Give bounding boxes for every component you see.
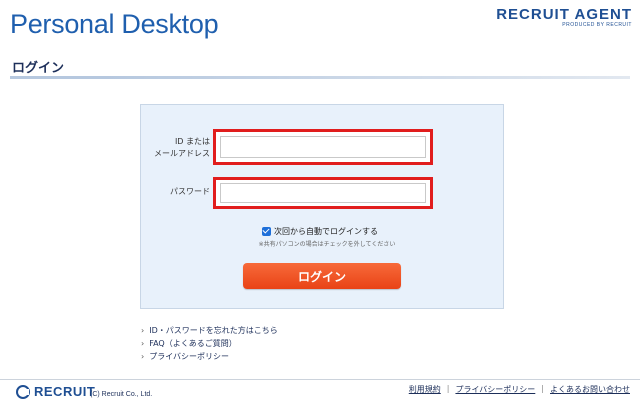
- link-faq[interactable]: › FAQ（よくあるご質問）: [141, 337, 278, 350]
- footer-divider: [0, 379, 640, 380]
- help-links: › ID・パスワードを忘れた方はこちら › FAQ（よくあるご質問） › プライ…: [141, 324, 278, 363]
- recruit-agent-logo[interactable]: RECRUIT AGENT PRODUCED BY RECRUIT: [496, 6, 632, 28]
- footer-links: 利用規約 | プライバシーポリシー | よくあるお問い合わせ: [409, 384, 630, 395]
- page-title: ログイン: [12, 61, 65, 76]
- footer-link-terms[interactable]: 利用規約: [409, 384, 441, 395]
- footer-link-privacy[interactable]: プライバシーポリシー: [455, 384, 535, 395]
- copyright: (C) Recruit Co., Ltd.: [90, 391, 153, 398]
- footer-separator: |: [541, 384, 544, 393]
- recruit-logo-icon: [16, 384, 30, 399]
- section-divider: [10, 76, 630, 79]
- link-forgot-credentials[interactable]: › ID・パスワードを忘れた方はこちら: [141, 324, 278, 337]
- chevron-right-icon: ›: [141, 339, 145, 348]
- recruit-agent-logo-text: RECRUIT AGENT: [496, 6, 632, 23]
- remember-label: 次回から自動でログインする: [274, 227, 378, 236]
- recruit-logo: RECRUIT: [16, 384, 95, 399]
- id-label-line1: ID または: [174, 137, 210, 146]
- id-label: ID または メールアドレス: [140, 136, 210, 160]
- remember-note: ※共有パソコンの場合はチェックを外してください: [258, 241, 396, 248]
- remember-login[interactable]: 次回から自動でログインする: [262, 226, 378, 237]
- remember-checkbox[interactable]: [262, 227, 271, 236]
- id-field-highlight: [213, 129, 433, 165]
- id-email-input[interactable]: [220, 136, 426, 158]
- chevron-right-icon: ›: [141, 352, 145, 361]
- password-label: パスワード: [170, 187, 210, 196]
- login-button[interactable]: ログイン: [243, 263, 401, 289]
- footer-separator: |: [446, 384, 450, 393]
- recruit-logo-text: RECRUIT: [34, 384, 96, 399]
- brand-title: Personal Desktop: [10, 9, 219, 39]
- id-label-line2: メールアドレス: [154, 149, 210, 158]
- link-privacy-policy[interactable]: › プライバシーポリシー: [141, 350, 278, 363]
- password-field-highlight: [213, 177, 433, 209]
- password-input[interactable]: [220, 183, 426, 203]
- footer-link-contact[interactable]: よくあるお問い合わせ: [550, 384, 630, 395]
- chevron-right-icon: ›: [141, 326, 145, 335]
